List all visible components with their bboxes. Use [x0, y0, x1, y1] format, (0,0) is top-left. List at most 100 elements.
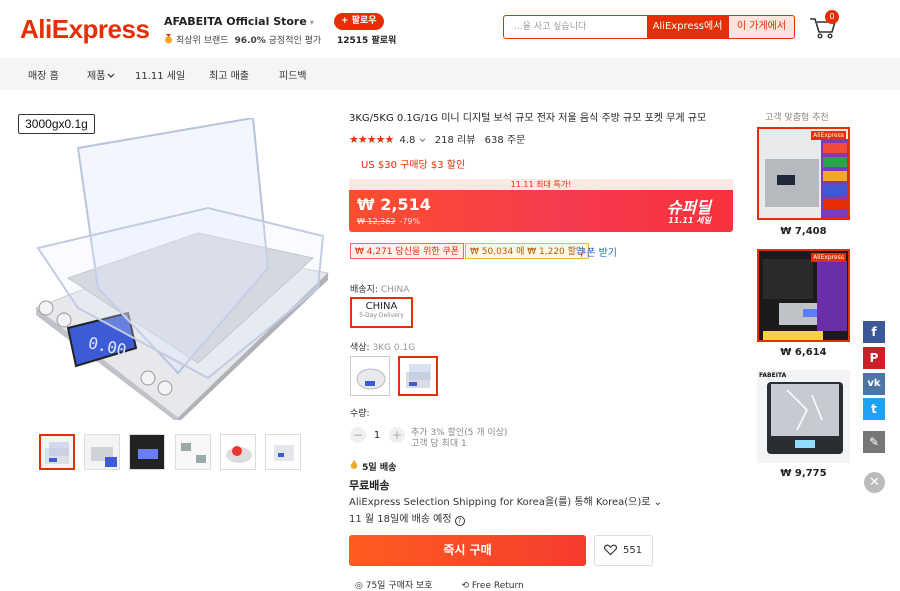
quantity-increase-button[interactable]: + — [389, 427, 405, 443]
color-label-text: 색상: — [350, 343, 370, 353]
thumbnail-1[interactable] — [39, 434, 75, 470]
store-name[interactable]: AFABEITA Official Store ▾ — [164, 15, 314, 28]
shipping-method-text[interactable]: AliExpress Selection Shipping for Korea을… — [349, 497, 650, 508]
spec-badge: 3000gx0.1g — [18, 114, 95, 134]
color-value: 3KG 0.1G — [372, 343, 416, 353]
review-count[interactable]: 218 리뷰 — [435, 135, 476, 146]
original-price-row: ₩ 12,362 -79% — [357, 217, 420, 226]
recommend-price-3: ₩ 9,775 — [780, 468, 827, 479]
ship-from-value: CHINA — [380, 285, 410, 295]
color-option-2[interactable] — [398, 356, 438, 396]
get-coupons-link[interactable]: 쿠폰 받기 — [577, 244, 617, 259]
medal-icon — [165, 34, 172, 44]
delivery-speed-tag: 5일 배송 — [349, 460, 396, 473]
thumbnail-3[interactable] — [129, 434, 165, 470]
nav-best-sellers[interactable]: 최고 매출 — [209, 67, 249, 82]
thumbnail-image — [130, 435, 164, 469]
ship-option-label: CHINA — [365, 301, 398, 312]
pinterest-share-icon[interactable]: P — [863, 347, 885, 369]
rating-value: 4.8 — [399, 135, 416, 146]
recommend-image — [759, 129, 848, 218]
thumbnail-2[interactable] — [84, 434, 120, 470]
ship-from-label: 배송지: CHINA — [350, 282, 409, 295]
recommend-card-3[interactable]: FABEITA — [757, 370, 850, 463]
current-price: ₩ 2,514 — [357, 195, 431, 214]
nav-products[interactable]: 제품 — [87, 67, 115, 82]
delivery-speed-text: 5일 배송 — [362, 463, 397, 473]
order-count: 638 주문 — [484, 135, 526, 146]
delivery-date-suffix: 에 배송 예정 — [399, 514, 452, 525]
superdeal-subtitle: 11.11 세일 — [668, 216, 711, 225]
thumbnail-5[interactable] — [220, 434, 256, 470]
recommend-price-2: ₩ 6,614 — [780, 347, 827, 358]
coupon-badge-threshold[interactable]: ₩ 50,034 에 ₩ 1,220 할인 — [465, 243, 590, 259]
thumbnail-image — [266, 435, 300, 469]
recommend-card-2[interactable]: AliExpress — [757, 249, 850, 342]
aliexpress-logo[interactable]: AliExpress — [20, 14, 150, 45]
facebook-share-icon[interactable]: f — [863, 321, 885, 343]
wishlist-button[interactable]: 551 — [594, 535, 653, 566]
delivery-date: 11 월 18일 — [349, 514, 400, 525]
nav-feedback[interactable]: 피드백 — [279, 67, 307, 82]
followers-count: 12515 팔로워 — [337, 36, 397, 46]
fire-icon — [350, 460, 358, 469]
free-return: Free Return — [471, 581, 524, 591]
thumbnail-4[interactable] — [175, 434, 211, 470]
search-store-button[interactable]: 이 가게에서 — [728, 15, 795, 39]
product-title: 3KG/5KG 0.1G/1G 미니 디지털 보석 규모 전자 저울 음식 주방… — [349, 113, 707, 124]
color-option-image — [356, 368, 386, 390]
quantity-limit-note: 고객 당 최대 1 — [411, 439, 467, 449]
color-option-image — [406, 364, 431, 388]
store-name-text[interactable]: AFABEITA Official Store — [164, 15, 307, 28]
quantity-decrease-button[interactable]: − — [350, 427, 366, 443]
buyer-protection: 75일 구매자 보호 — [365, 581, 433, 591]
chevron-down-icon — [107, 73, 115, 78]
thumbnail-image — [221, 435, 255, 469]
heart-icon — [604, 544, 617, 556]
shipping-method[interactable]: AliExpress Selection Shipping for Korea을… — [349, 493, 662, 508]
store-badge: 최상위 브랜드 — [176, 36, 229, 46]
banner-top-text: 11.11 최대 특가! — [349, 179, 733, 190]
recommend-price-1: ₩ 7,408 — [780, 226, 827, 237]
vk-share-icon[interactable]: vk — [863, 373, 885, 395]
rating-row: ★★★★★ 4.8 218 리뷰 638 주문 — [349, 131, 525, 146]
chevron-down-icon[interactable] — [419, 138, 426, 143]
twitter-share-icon[interactable]: t — [863, 398, 885, 420]
store-rating-label: 긍정적인 평가 — [268, 36, 322, 46]
search-aliexpress-button[interactable]: AliExpress에서 — [647, 15, 728, 39]
bottom-guarantees: ◎ 75일 구매자 보호 ⟲ Free Return — [355, 578, 524, 591]
edit-icon[interactable]: ✎ — [863, 431, 885, 453]
color-option-1[interactable] — [350, 356, 390, 396]
aliexpress-badge: AliExpress — [811, 253, 846, 262]
help-icon[interactable]: ? — [454, 516, 465, 526]
ship-from-option-china[interactable]: CHINA 5-Day Delivery — [350, 297, 413, 328]
store-meta: 최상위 브랜드 96.0% 긍정적인 평가 — [164, 33, 321, 46]
top-header: AliExpress AFABEITA Official Store ▾ 최상위 … — [0, 0, 900, 58]
thumbnail-6[interactable] — [265, 434, 301, 470]
store-discount-text[interactable]: US $30 구매당 $3 할인 — [361, 156, 465, 171]
free-shipping-label: 무료배송 — [349, 479, 390, 492]
nav-products-label[interactable]: 제품 — [87, 71, 105, 82]
wishlist-count: 551 — [623, 545, 643, 556]
store-caret-icon[interactable]: ▾ — [310, 18, 314, 27]
search-input[interactable]: ...을 사고 싶습니다 — [503, 15, 647, 39]
nav-store-home[interactable]: 매장 홈 — [28, 67, 59, 82]
close-icon[interactable]: ✕ — [864, 472, 885, 493]
chevron-down-icon[interactable]: ⌄ — [654, 497, 662, 508]
thumbnail-image — [91, 447, 117, 467]
main-product-image[interactable]: 0.00 — [28, 118, 330, 420]
follow-button[interactable]: + 팔로우 — [334, 13, 384, 30]
recommend-title: 고객 맞춤형 추천 — [765, 113, 829, 123]
discount-percent: -79% — [399, 217, 421, 226]
store-nav: 매장 홈 제품 11.11 세일 최고 매출 피드백 — [0, 58, 900, 90]
buy-now-button[interactable]: 즉시 구매 — [349, 535, 586, 566]
color-label: 색상: 3KG 0.1G — [350, 340, 415, 353]
aliexpress-badge: AliExpress — [811, 131, 846, 140]
quantity-input[interactable]: 1 — [371, 430, 383, 441]
ship-option-sublabel: 5-Day Delivery — [359, 312, 404, 319]
nav-1111-sale[interactable]: 11.11 세일 — [135, 67, 185, 82]
delivery-estimate: 11 월 18일에 배송 예정? — [349, 510, 465, 526]
star-icon: ★★★★★ — [349, 133, 394, 146]
recommend-card-1[interactable]: AliExpress — [757, 127, 850, 220]
coupon-badge-personal[interactable]: ₩ 4,271 당신을 위한 쿠폰 — [350, 243, 465, 259]
